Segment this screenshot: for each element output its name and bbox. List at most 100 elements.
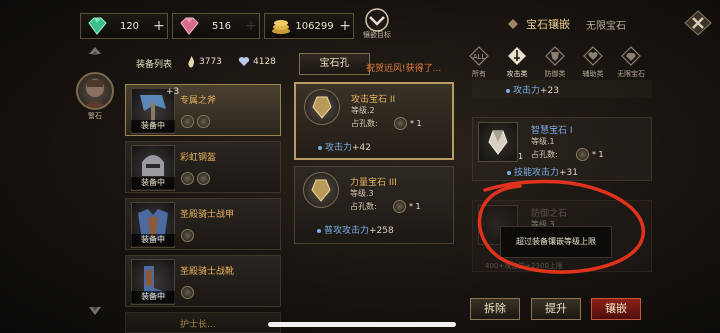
tab-infinity-gem[interactable]: 无限宝石 (614, 46, 648, 79)
add-currency-button[interactable]: + (151, 18, 167, 34)
gem-level: 等级.3 (350, 189, 374, 198)
socket-row (181, 115, 210, 128)
tab-label: 辅助类 (582, 70, 604, 78)
infinity-gem-icon (621, 46, 641, 66)
remove-button[interactable]: 拆除 (470, 298, 520, 320)
gem-name: 防御之石 (531, 209, 568, 219)
equip-name: 专属之斧 (180, 96, 217, 106)
attack-gem-icon (304, 89, 340, 125)
page-title-bar: 宝石镶嵌 无限宝石 (508, 14, 680, 34)
tab-defense[interactable]: 防御类 (542, 46, 568, 79)
list-item[interactable]: 装备中 圣殿骑士战靴 (125, 255, 281, 307)
all-icon: ALL (469, 46, 489, 66)
sword-icon (508, 47, 526, 65)
list-item[interactable]: 1 智慧宝石 I 等级.1 占孔数: * 1 技能攻击力+31 (472, 117, 652, 181)
tab-attack[interactable]: 攻击类 (504, 46, 530, 79)
equip-name: 护士长... (180, 320, 216, 330)
page-subtitle[interactable]: 无限宝石 (586, 17, 626, 32)
gem-attribute: 400+攻击力+2300上限 (485, 262, 563, 270)
page-title: 宝石镶嵌 (526, 18, 570, 31)
inlay-button[interactable]: 镶嵌 (591, 298, 641, 320)
gem-slot-count: * 1 (576, 148, 604, 161)
equip-name: 圣殿骑士战靴 (180, 267, 235, 277)
gem-socket-icon (197, 172, 210, 185)
heart-icon (583, 46, 603, 66)
gem-name: 力量宝石 III (350, 178, 397, 188)
gem-attribute: 普攻攻击力+258 (317, 223, 394, 236)
enhance-level: +3 (166, 87, 180, 97)
equipped-badge: 装备中 (131, 177, 175, 189)
currency-emerald: 120 + (80, 13, 168, 39)
shield-icon (545, 46, 565, 66)
strength-gem-icon (303, 172, 339, 208)
list-item[interactable]: 护士长... (125, 312, 281, 333)
gem-slot-label: 占孔数: (350, 202, 377, 211)
gem-socket-button[interactable]: 宝石孔 (299, 53, 370, 75)
equipped-badge: 装备中 (131, 234, 175, 246)
socket-row (181, 286, 194, 299)
gem-socket-icon (197, 115, 210, 128)
tab-label: 无限宝石 (617, 70, 645, 78)
list-item[interactable]: 攻击力+23 (472, 80, 652, 98)
gem-socket-icon (394, 117, 407, 130)
attack-stat-value: 3773 (199, 57, 222, 67)
tab-all[interactable]: ALL 所有 (466, 46, 492, 79)
gem-socket-icon (181, 286, 194, 299)
gem-name: 智慧宝石 I (531, 126, 573, 136)
equip-name: 圣殿骑士战甲 (180, 210, 235, 220)
green-gem-icon (88, 17, 107, 35)
scroll-up-icon[interactable] (88, 46, 102, 60)
gem-stack-count: 1 (518, 152, 524, 161)
currency-ruby: 516 + (172, 13, 260, 39)
socketed-gem-card[interactable]: 攻击宝石 II 等级.2 占孔数: * 1 攻击力+42 (294, 82, 454, 160)
tab-label: 防御类 (544, 70, 566, 78)
home-indicator[interactable] (268, 322, 456, 327)
tab-label: 攻击类 (506, 70, 528, 78)
add-currency-button[interactable]: + (337, 18, 353, 34)
equipped-badge: 装备中 (131, 120, 175, 132)
socketed-gem-card[interactable]: 力量宝石 III 等级.3 占孔数: * 1 普攻攻击力+258 (294, 166, 454, 244)
gem-level: 等级.1 (531, 137, 555, 146)
currency-value: 516 (211, 20, 232, 32)
socket-row (181, 229, 194, 242)
inlay-target-label: 镶嵌目标 (363, 31, 391, 39)
defense-stat-value: 4128 (253, 56, 276, 67)
add-currency-button[interactable]: + (243, 18, 259, 34)
gem-attribute: 攻击力+42 (318, 140, 371, 153)
gem-attribute: 技能攻击力+31 (507, 165, 578, 178)
tooltip: 超过装备镶嵌等级上限 (500, 226, 612, 258)
hero-label: 警石 (88, 112, 102, 120)
gem-socket-icon (181, 115, 194, 128)
fire-icon (188, 56, 195, 68)
equip-name: 彩虹钢盔 (180, 153, 217, 163)
tab-support[interactable]: 辅助类 (580, 46, 606, 79)
gem-level: 等级.2 (351, 106, 375, 115)
gem-slot-count: * 1 (393, 200, 421, 213)
gem-slot-label: 占孔数: (531, 150, 558, 159)
list-item[interactable]: 装备中 圣殿骑士战甲 (125, 198, 281, 250)
upgrade-button[interactable]: 提升 (531, 298, 581, 320)
avatar[interactable] (76, 72, 114, 110)
gem-attribute: 攻击力+23 (506, 83, 559, 96)
svg-text:ALL: ALL (473, 53, 486, 61)
wisdom-gem-icon (478, 122, 518, 162)
gem-slot-label: 占孔数: (351, 119, 378, 128)
currency-value: 120 (119, 20, 140, 32)
equip-list-title: 装备列表 (136, 60, 173, 70)
hero-portrait-icon (83, 79, 107, 108)
socket-row (181, 172, 210, 185)
gem-socket-icon (576, 148, 589, 161)
list-item[interactable]: +3 装备中 专属之斧 (125, 84, 281, 136)
system-broadcast: 祝贺远风!获得了... (366, 64, 442, 74)
list-item[interactable]: 装备中 彩虹钢盔 (125, 141, 281, 193)
close-icon[interactable] (684, 10, 712, 36)
pink-gem-icon (180, 17, 199, 35)
currency-gold: 106299 + (264, 13, 354, 39)
equipped-badge: 装备中 (131, 291, 175, 303)
gem-name: 攻击宝石 II (351, 95, 396, 105)
gem-slot-count: * 1 (394, 117, 422, 130)
scroll-down-icon[interactable] (88, 298, 102, 316)
gem-socket-icon (181, 172, 194, 185)
gem-socket-icon (393, 200, 406, 213)
gold-coins-icon (272, 20, 290, 34)
